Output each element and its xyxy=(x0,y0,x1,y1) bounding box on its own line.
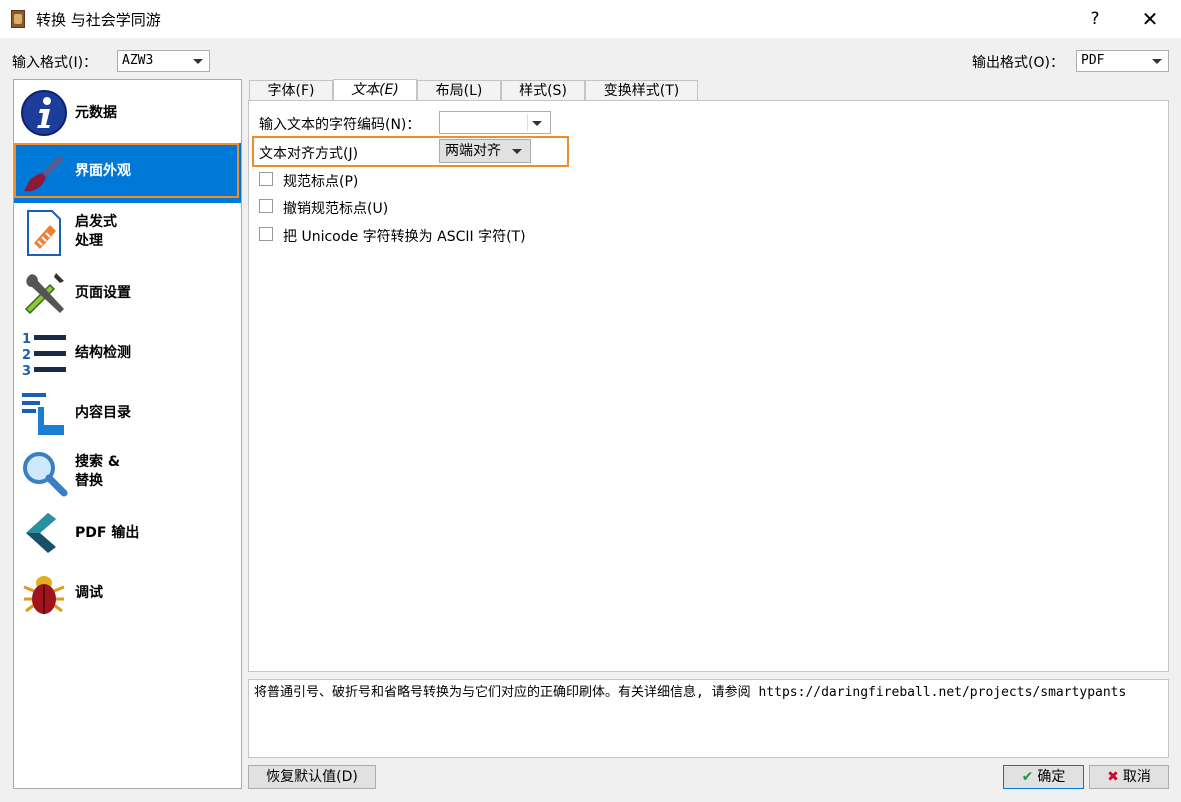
sidebar-item-label: 元数据 xyxy=(75,105,117,121)
page-setup-icon xyxy=(24,273,64,315)
chevron-down-icon xyxy=(532,121,542,126)
encoding-label: 输入文本的字符编码(N)： xyxy=(259,117,421,133)
close-icon: ✖ xyxy=(1107,769,1119,785)
checkbox[interactable] xyxy=(259,172,273,186)
ok-label: 确定 xyxy=(1037,769,1066,785)
chevron-down-icon xyxy=(193,59,203,64)
title-bar: 转换 与社会学同游 ? ✕ xyxy=(0,0,1181,38)
tab-transform-styles[interactable]: 变换样式(T) xyxy=(585,80,698,101)
checkbox-label: 把 Unicode 字符转换为 ASCII 字符(T) xyxy=(283,229,526,245)
svg-text:1: 1 xyxy=(22,332,31,347)
output-format-select[interactable]: PDF xyxy=(1076,50,1169,72)
sidebar-item-label: 启发式 处理 xyxy=(75,214,117,249)
checkbox[interactable] xyxy=(259,227,273,241)
sidebar-item-search-replace[interactable]: 搜索 & 替换 xyxy=(14,443,241,503)
chevron-down-icon xyxy=(1152,59,1162,64)
sidebar: 元数据 界面外观 启发式 处理 页面设置 1 2 3 结构检测 内容目录 搜索 … xyxy=(13,79,242,789)
sidebar-item-label: 调试 xyxy=(75,585,103,601)
calibre-app-icon xyxy=(11,10,25,28)
output-format-value: PDF xyxy=(1081,53,1105,68)
restore-defaults-button[interactable]: 恢复默认值(D) xyxy=(248,765,376,789)
sidebar-item-look-and-feel[interactable]: 界面外观 xyxy=(14,143,241,203)
sidebar-item-heuristics[interactable]: 启发式 处理 xyxy=(14,203,241,263)
cancel-label: 取消 xyxy=(1122,769,1151,785)
tab-text[interactable]: 文本(E) xyxy=(333,79,417,102)
sidebar-item-label: 界面外观 xyxy=(75,163,131,179)
close-button[interactable]: ✕ xyxy=(1127,0,1173,38)
sidebar-item-label: PDF 输出 xyxy=(75,525,140,541)
checkbox[interactable] xyxy=(259,199,273,213)
input-format-select[interactable]: AZW3 xyxy=(117,50,210,72)
sidebar-item-label: 搜索 & 替换 xyxy=(75,454,121,489)
sidebar-item-label: 页面设置 xyxy=(75,285,131,301)
tab-font[interactable]: 字体(F) xyxy=(249,80,333,101)
sidebar-item-debug[interactable]: 调试 xyxy=(14,563,241,623)
sidebar-item-pdf-output[interactable]: PDF 输出 xyxy=(14,503,241,563)
help-button[interactable]: ? xyxy=(1072,0,1118,38)
sidebar-item-metadata[interactable]: 元数据 xyxy=(14,83,241,143)
search-icon xyxy=(23,452,68,497)
encoding-select[interactable] xyxy=(439,111,551,134)
checkbox-label: 撤销规范标点(U) xyxy=(283,201,389,217)
brush-icon xyxy=(24,155,64,192)
info-icon xyxy=(21,90,67,136)
help-description: 将普通引号、破折号和省略号转换为与它们对应的正确印刷体。有关详细信息, 请参阅 … xyxy=(248,679,1169,758)
tab-styles[interactable]: 样式(S) xyxy=(501,80,585,101)
svg-text:3: 3 xyxy=(22,364,31,377)
output-format-label: 输出格式(O)： xyxy=(972,55,1064,71)
alignment-select[interactable]: 两端对齐 xyxy=(439,139,531,163)
checkbox-label: 规范标点(P) xyxy=(283,174,359,190)
bug-icon xyxy=(23,576,65,614)
input-format-value: AZW3 xyxy=(122,53,154,68)
sidebar-item-toc[interactable]: 内容目录 xyxy=(14,383,241,443)
structure-list-icon: 1 2 3 xyxy=(22,332,66,377)
toc-icon xyxy=(22,393,64,435)
cancel-button[interactable]: ✖ 取消 xyxy=(1089,765,1169,789)
input-format-label: 输入格式(I)： xyxy=(12,55,98,71)
alignment-value: 两端对齐 xyxy=(445,143,501,159)
pdf-output-icon xyxy=(26,513,56,553)
window-title: 转换 与社会学同游 xyxy=(36,11,161,29)
sidebar-item-label: 结构检测 xyxy=(75,345,131,361)
sidebar-item-label: 内容目录 xyxy=(75,405,131,421)
tab-layout[interactable]: 布局(L) xyxy=(417,80,501,101)
ok-button[interactable]: ✔ 确定 xyxy=(1003,765,1084,789)
alignment-label: 文本对齐方式(J) xyxy=(259,146,359,162)
chevron-down-icon xyxy=(512,149,522,154)
svg-text:2: 2 xyxy=(22,348,31,363)
checkmark-icon: ✔ xyxy=(1021,769,1034,785)
sidebar-item-structure-detection[interactable]: 1 2 3 结构检测 xyxy=(14,323,241,383)
combo-separator xyxy=(527,114,528,131)
tab-panel xyxy=(248,100,1169,672)
heuristics-icon xyxy=(27,210,61,256)
sidebar-item-page-setup[interactable]: 页面设置 xyxy=(14,263,241,323)
